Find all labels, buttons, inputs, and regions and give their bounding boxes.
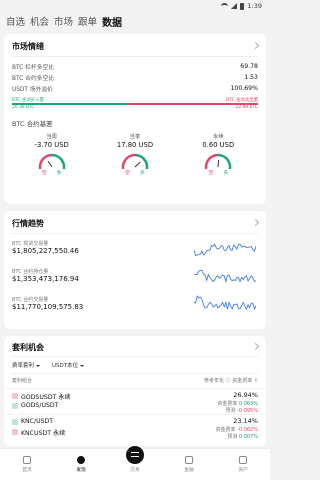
gauge-needle [217,159,220,168]
gauge-arc-long [134,153,149,169]
token-icon [12,403,18,409]
chevron-right-icon[interactable] [251,342,260,351]
discover-icon [77,456,85,464]
token-icon [12,419,18,425]
tab-market[interactable]: 市场 [54,14,73,28]
sparkline-path [194,243,256,257]
chevron-right-icon[interactable] [251,41,260,50]
nav-finance[interactable]: 金融 [169,456,209,473]
nav-assets[interactable]: 资产 [223,456,263,473]
arbitrage-card[interactable]: 套利机会 费率套利 USDT本位 套利组合 参考年化 ⓘ 资金费率 ↑ GODS… [4,336,266,446]
gauge-week: 当周 -3.70 USD 空多 [34,134,69,176]
kv-row: BTC 杠杆多空比 69.78 [12,63,258,71]
arb-pair-row[interactable]: KNC/USDT KNCUSDT 永续 23.14% 资金费率 -0.062% … [4,414,266,440]
gauge-arc-short [121,153,136,169]
trend-row: BTC 现货交易量 $1,805,227,550.46 [4,236,266,264]
arb-header: 套利组合 参考年化 ⓘ 资金费率 ↑ [12,377,258,384]
usdt-margin-dropdown[interactable]: USDT本位 [52,361,85,369]
wallet-icon [239,456,247,464]
trend-row: BTC 合约持仓量 $1,353,473,176.94 [4,264,266,292]
signal-icon [231,3,238,9]
buy-sell-ratio-bar [12,103,258,105]
nav-discover[interactable]: 发现 [61,456,101,473]
battery-icon [240,2,245,10]
gauge-perpetual: 永续 0.60 USD 空多 [202,134,235,176]
nav-trade[interactable]: 交易 [115,446,155,473]
trend-row: BTC 合约交易量 $11,770,109,575.83 [4,292,266,320]
kv-row: BTC 合约多空比 1.53 [12,74,258,82]
filter-row: 费率套利 USDT本位 [4,361,266,369]
top-tabs: 自选 机会 市场 跟单 数据 [0,12,270,30]
market-trend-card[interactable]: 行情趋势 BTC 现货交易量 $1,805,227,550.46 BTC 合约持… [4,211,266,329]
tab-data[interactable]: 数据 [102,14,122,29]
token-icon [12,393,18,399]
bottom-nav: 首页 发现 交易 金融 资产 [0,446,270,480]
sort-control[interactable]: 参考年化 ⓘ 资金费率 ↑ [204,377,258,384]
sparkline [194,295,256,311]
card-title: 套利机会 [12,343,44,352]
card-title: 市场情绪 [12,42,44,51]
status-bar: 1:39 [0,0,270,12]
sparkline-path [194,269,256,283]
token-icon [12,429,18,435]
nav-home[interactable]: 首页 [7,456,47,473]
gauge-needle [47,160,53,168]
chevron-right-icon[interactable] [251,218,260,227]
gauge-arc-long [218,153,232,169]
market-sentiment-card[interactable]: 市场情绪 BTC 杠杆多空比 69.78 BTC 合约多空比 1.53 USDT 场… [4,34,266,204]
sparkline [194,243,256,257]
basis-gauges: 当周 -3.70 USD 空多 当季 17.80 USD 空多 永续 0.60 … [4,132,266,176]
sparkline [194,269,256,283]
tab-opportunity[interactable]: 机会 [30,14,49,28]
gauge-arc-short [205,153,219,169]
basis-title: BTC 合约基差 [12,120,53,128]
home-icon [23,456,31,464]
tab-copy[interactable]: 跟单 [78,14,97,28]
kv-row: USDT 场外溢价 100.69% [12,85,258,93]
card-title: 行情趋势 [12,219,44,228]
gauge-arc-long [51,153,65,169]
arb-pair-row[interactable]: GODSUSDT 永续 GODS/USDT 26.94% 资金费率 0.063%… [4,388,266,414]
gauge-quarter: 当季 17.80 USD 空多 [116,134,154,176]
swap-icon [126,446,144,464]
tab-watchlist[interactable]: 自选 [6,14,25,28]
gauge-arc-short [38,153,52,169]
rate-arb-dropdown[interactable]: 费率套利 [12,361,41,369]
wifi-icon [221,3,229,9]
gauge-needle [134,161,141,168]
finance-icon [185,456,193,464]
clock: 1:39 [247,2,262,10]
sparkline-path [194,295,256,311]
